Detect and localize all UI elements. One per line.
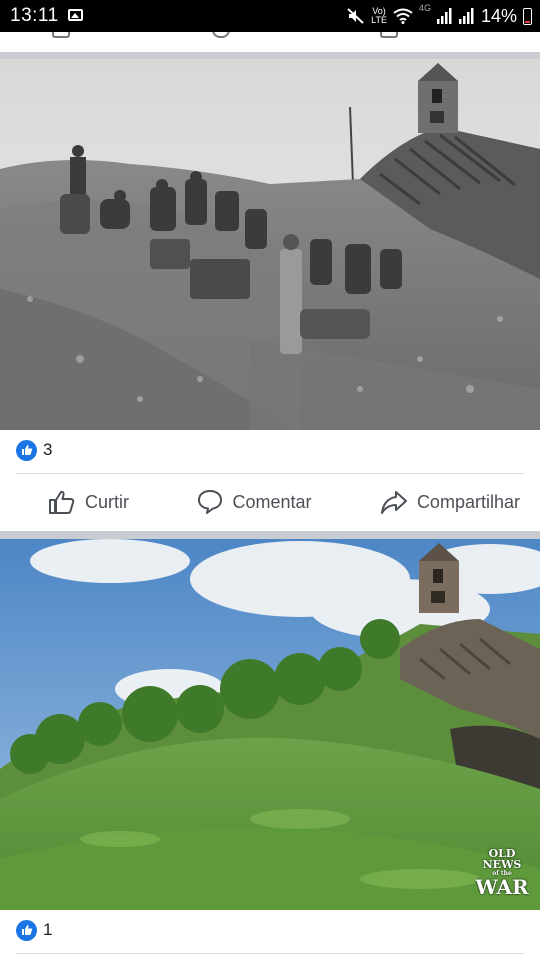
signal-bars-2-icon [458, 8, 474, 24]
status-bar: 13:11 Vo) LTE 4G 14% [0, 0, 540, 32]
like-label: Curtir [85, 491, 129, 512]
volte-indicator: Vo) LTE [371, 6, 387, 25]
reaction-summary[interactable]: 3 [0, 430, 540, 470]
like-reaction-icon [16, 919, 37, 941]
like-button[interactable]: Curtir [48, 489, 129, 515]
mute-icon [347, 8, 364, 24]
comment-label: Comentar [232, 491, 312, 512]
previous-action-bar [0, 32, 540, 52]
cut-share-icon [380, 32, 398, 38]
share-button[interactable]: Compartilhar [380, 489, 520, 515]
reaction-summary-2[interactable]: 1 [0, 910, 540, 950]
wifi-icon [393, 8, 413, 24]
signal-bars-icon [436, 8, 452, 24]
comment-button[interactable]: Comentar [197, 489, 311, 515]
battery-icon [523, 7, 532, 25]
modern-photo-illustration [0, 539, 540, 910]
post1-footer: 3 Curtir Comentar Compartilhar [0, 430, 540, 531]
reaction-count: 3 [43, 440, 53, 459]
post-photo-historic[interactable] [0, 59, 540, 430]
status-time: 13:11 [10, 5, 59, 26]
reaction-count: 1 [43, 920, 53, 939]
battery-percent: 14% [480, 5, 517, 26]
divider [16, 953, 524, 954]
post2-footer: 1 [0, 910, 540, 960]
post-actions: Curtir Comentar Compartilhar [0, 474, 540, 530]
share-arrow-icon [380, 491, 407, 514]
cut-like-icon [52, 32, 70, 38]
gallery-notification-icon [68, 9, 83, 21]
network-4g-label: 4G [418, 3, 431, 13]
thumbs-up-icon [49, 490, 75, 514]
status-icons: Vo) LTE 4G 14% [347, 4, 532, 28]
post-photo-modern[interactable]: OLD NEWS of the WAR [0, 539, 540, 910]
watermark-logo: OLD NEWS of the WAR [475, 847, 529, 899]
comment-bubble-icon [198, 490, 223, 514]
like-reaction-icon [16, 439, 37, 461]
share-label: Compartilhar [416, 491, 520, 512]
cut-comment-icon [212, 32, 230, 38]
historic-photo-illustration [0, 59, 540, 430]
